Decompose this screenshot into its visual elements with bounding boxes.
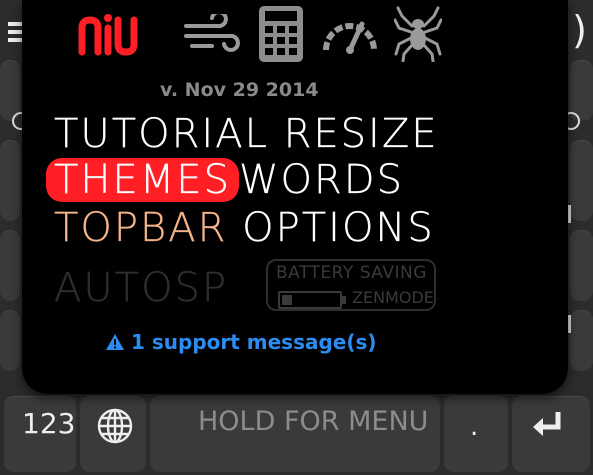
topbar-option[interactable]: TOPBAR [54,206,227,250]
autosp-label: AUTOSP [54,265,229,311]
enter-icon[interactable] [531,410,565,440]
tutorial-option[interactable]: TUTORIAL [54,112,269,156]
right-side-tick [568,205,571,223]
logo-icon[interactable] [78,12,150,58]
hold-for-menu-hint[interactable]: HOLD FOR MENU [198,406,428,437]
zenmode-label: ZENMODE [352,288,434,307]
key-bg [0,140,20,221]
key-bg [570,140,593,221]
key-bg [0,310,20,371]
warning-icon [106,334,124,350]
autosp-option[interactable]: AUTOSP [54,266,228,310]
right-side-tick [568,315,571,333]
support-message-link[interactable]: 1 support message(s) [105,330,377,354]
menu-row-2: THEMES WORDS [46,158,404,202]
numbers-key[interactable]: 123 [22,407,75,440]
version-label: v. Nov 29 2014 [160,79,319,101]
words-option[interactable]: WORDS [239,158,404,202]
speedometer-icon[interactable] [320,12,380,54]
menu-row-1: TUTORIAL RESIZE [54,112,439,156]
menu-row-3: TOPBAR OPTIONS [54,206,435,250]
globe-icon[interactable] [96,407,134,445]
spider-icon[interactable] [394,6,442,62]
battery-icon [278,291,346,309]
battery-saving-label: BATTERY SAVING [276,263,427,283]
resize-option[interactable]: RESIZE [283,112,439,156]
battery-saving-toggle[interactable]: BATTERY SAVING ZENMODE [266,259,436,311]
options-option[interactable]: OPTIONS [242,206,435,250]
key-bg [570,310,593,371]
key-bg [0,230,20,301]
wind-icon[interactable] [184,14,240,56]
support-message-text: 1 support message(s) [131,330,377,354]
menu-icon[interactable] [8,22,22,46]
right-edge-glyph: ) [572,8,587,52]
settings-panel: v. Nov 29 2014 TUTORIAL RESIZE THEMES WOR… [22,0,568,394]
key-bg [570,230,593,301]
calculator-icon[interactable] [258,5,304,63]
period-key[interactable]: . [470,412,478,442]
themes-option[interactable]: THEMES [46,158,239,202]
